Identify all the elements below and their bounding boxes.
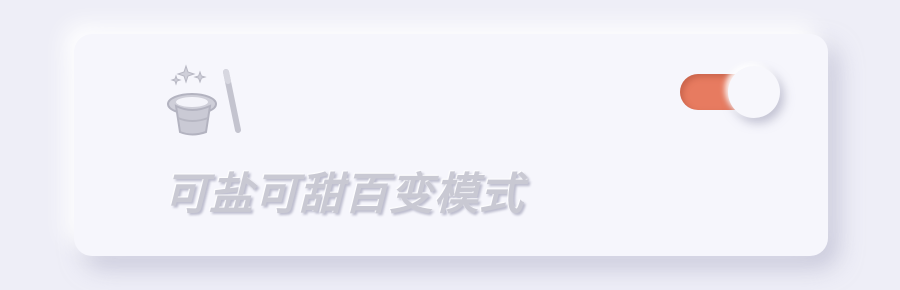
- settings-stage: 可盐可甜百变模式: [0, 0, 900, 290]
- mode-card[interactable]: 可盐可甜百变模式: [74, 34, 828, 256]
- toggle-knob[interactable]: [728, 66, 780, 118]
- mode-toggle[interactable]: [680, 66, 780, 118]
- magic-hat-icon: [167, 64, 241, 136]
- mode-title: 可盐可甜百变模式: [164, 169, 524, 220]
